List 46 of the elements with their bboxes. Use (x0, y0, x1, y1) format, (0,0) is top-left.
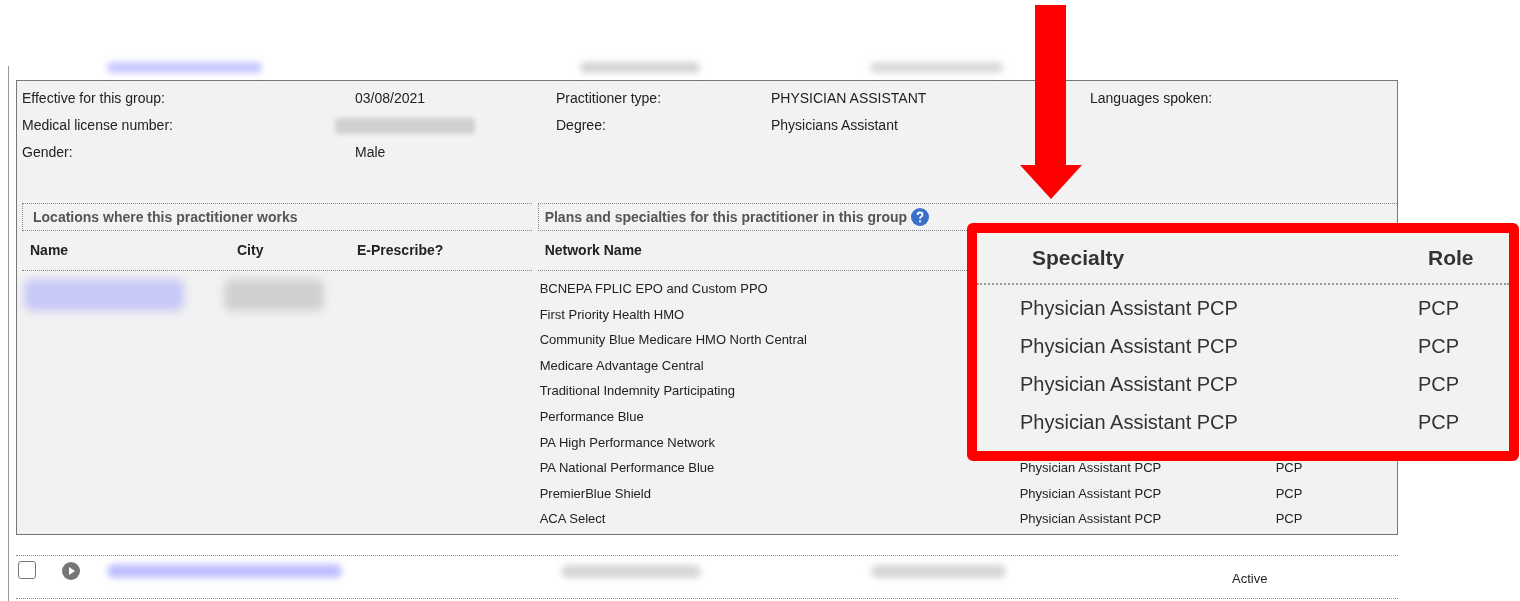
table-cell-text: BCNEPA FPLIC EPO and Custom PPO (539, 280, 769, 299)
table-cell-text: PA High Performance Network (539, 433, 716, 452)
column-header: E-Prescribe? (357, 241, 445, 260)
field-label: Medical license number: (22, 116, 174, 135)
field-label: Practitioner type: (556, 89, 663, 108)
table-cell-text: PCP (1275, 459, 1304, 478)
table-cell-text: First Priority Health HMO (539, 305, 686, 324)
table-cell-text: ACA Select (539, 510, 607, 529)
table-cell-text: Physician Assistant PCP (1020, 372, 1239, 397)
table-cell-text: PA National Performance Blue (539, 459, 716, 478)
section-title: Locations where this practitioner works (33, 207, 298, 227)
table-cell-text: PCP (1275, 510, 1304, 529)
table-cell-text: Physician Assistant PCP (1019, 459, 1163, 478)
table-cell-text: Physician Assistant PCP (1019, 484, 1163, 503)
table-cell-text: PCP (1275, 484, 1304, 503)
status-text: Active (1232, 570, 1268, 588)
field-value: 03/08/2021 (355, 89, 427, 108)
field-label: Effective for this group: (22, 89, 166, 108)
field-value: Male (355, 143, 387, 162)
table-cell-text: Physician Assistant PCP (1020, 334, 1239, 359)
column-header: Network Name (544, 241, 643, 260)
field-value: PHYSICIAN ASSISTANT (771, 89, 928, 108)
table-cell-text: PCP (1418, 372, 1461, 397)
help-icon[interactable] (911, 208, 930, 226)
play-icon[interactable] (62, 562, 80, 580)
table-cell-text: Community Blue Medicare HMO North Central (539, 331, 808, 350)
field-label: Languages spoken: (1090, 89, 1214, 108)
field-value: Physicians Assistant (771, 116, 899, 135)
field-label: Degree: (556, 116, 607, 135)
section-title: Plans and specialties for this practitioner in this group (544, 207, 908, 227)
table-cell-text: Physician Assistant PCP (1020, 410, 1239, 435)
table-cell-text: Traditional Indemnity Participating (539, 382, 736, 401)
column-header: Role (1428, 245, 1475, 272)
table-cell-text: Physician Assistant PCP (1020, 296, 1239, 321)
row-checkbox[interactable] (18, 561, 36, 579)
table-cell-text: PCP (1418, 410, 1461, 435)
column-header: Specialty (1032, 245, 1126, 272)
table-cell-text: PCP (1418, 296, 1461, 321)
column-header: City (237, 241, 265, 260)
table-cell-text: PremierBlue Shield (539, 484, 652, 503)
table-cell-text: Medicare Advantage Central (539, 356, 705, 375)
table-cell-text: Performance Blue (539, 408, 645, 426)
table-cell-text: Physician Assistant PCP (1019, 510, 1163, 529)
column-header: Name (30, 241, 70, 260)
table-cell-text: PCP (1418, 334, 1461, 359)
field-label: Gender: (22, 143, 74, 162)
